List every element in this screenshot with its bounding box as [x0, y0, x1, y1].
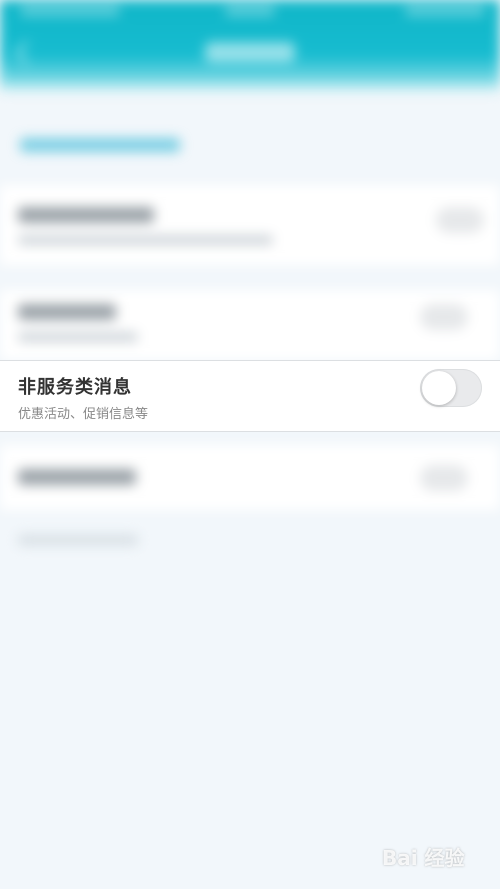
- footnote-text: [18, 535, 138, 545]
- settings-row-1[interactable]: [0, 185, 500, 265]
- watermark-logo: Bai 经验: [382, 846, 465, 870]
- non-service-message-row[interactable]: 非服务类消息 优惠活动、促销信息等: [0, 360, 500, 432]
- settings-row-2-subtitle: [18, 332, 138, 342]
- settings-row-3-title: [18, 469, 136, 485]
- status-bar-battery: [405, 6, 485, 16]
- section-header: [20, 138, 180, 152]
- settings-row-1-toggle[interactable]: [436, 207, 484, 233]
- non-service-message-subtitle: 优惠活动、促销信息等: [18, 407, 149, 422]
- settings-row-2-title: [18, 304, 116, 320]
- settings-row-2-toggle[interactable]: [420, 304, 468, 330]
- settings-row-1-title: [18, 207, 154, 223]
- page-title: [205, 42, 295, 62]
- non-service-message-toggle[interactable]: [420, 369, 482, 407]
- settings-row-3-toggle[interactable]: [420, 465, 468, 491]
- toggle-knob: [422, 371, 456, 405]
- settings-row-1-subtitle: [18, 235, 273, 245]
- app-header: [0, 0, 500, 92]
- status-bar-time: [225, 6, 275, 16]
- status-bar-carrier: [20, 6, 120, 16]
- back-arrow-icon[interactable]: [14, 40, 39, 65]
- settings-row-3[interactable]: [0, 445, 500, 510]
- non-service-message-title: 非服务类消息: [18, 377, 132, 398]
- settings-row-2[interactable]: [0, 290, 500, 360]
